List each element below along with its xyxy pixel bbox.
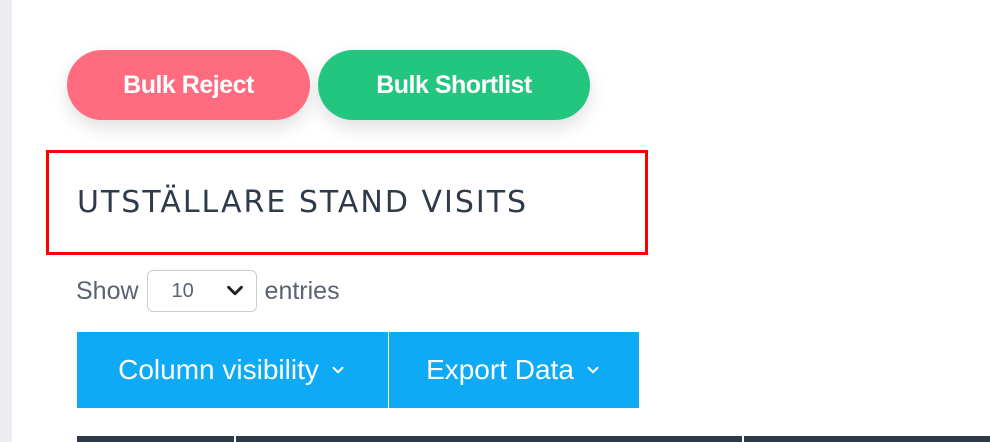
chevron-down-icon [226,285,243,296]
bulk-shortlist-button[interactable]: Bulk Shortlist [318,50,590,120]
page-title: UTSTÄLLARE STAND VISITS [77,185,529,220]
bulk-actions: Bulk Reject Bulk Shortlist [67,50,590,120]
column-visibility-button[interactable]: Column visibility [77,332,389,408]
table-header-row [77,436,990,442]
section-title-box: UTSTÄLLARE STAND VISITS [46,150,648,255]
export-data-label: Export Data [426,354,574,385]
column-visibility-label: Column visibility [118,354,319,385]
entries-length-menu: Show 10 entries [76,270,340,312]
table-toolbar: Column visibility Export Data [77,332,639,408]
table-header-cell [77,436,236,442]
entries-label: entries [264,276,340,305]
entries-select[interactable]: 10 [146,270,257,312]
chevron-down-icon [332,366,344,374]
show-label: Show [76,276,139,305]
table-header-cell [236,436,744,442]
chevron-down-icon [587,366,599,374]
entries-select-value: 10 [171,279,194,302]
bulk-reject-button[interactable]: Bulk Reject [67,50,310,120]
left-sidebar-edge [0,0,12,442]
export-data-button[interactable]: Export Data [389,332,639,408]
